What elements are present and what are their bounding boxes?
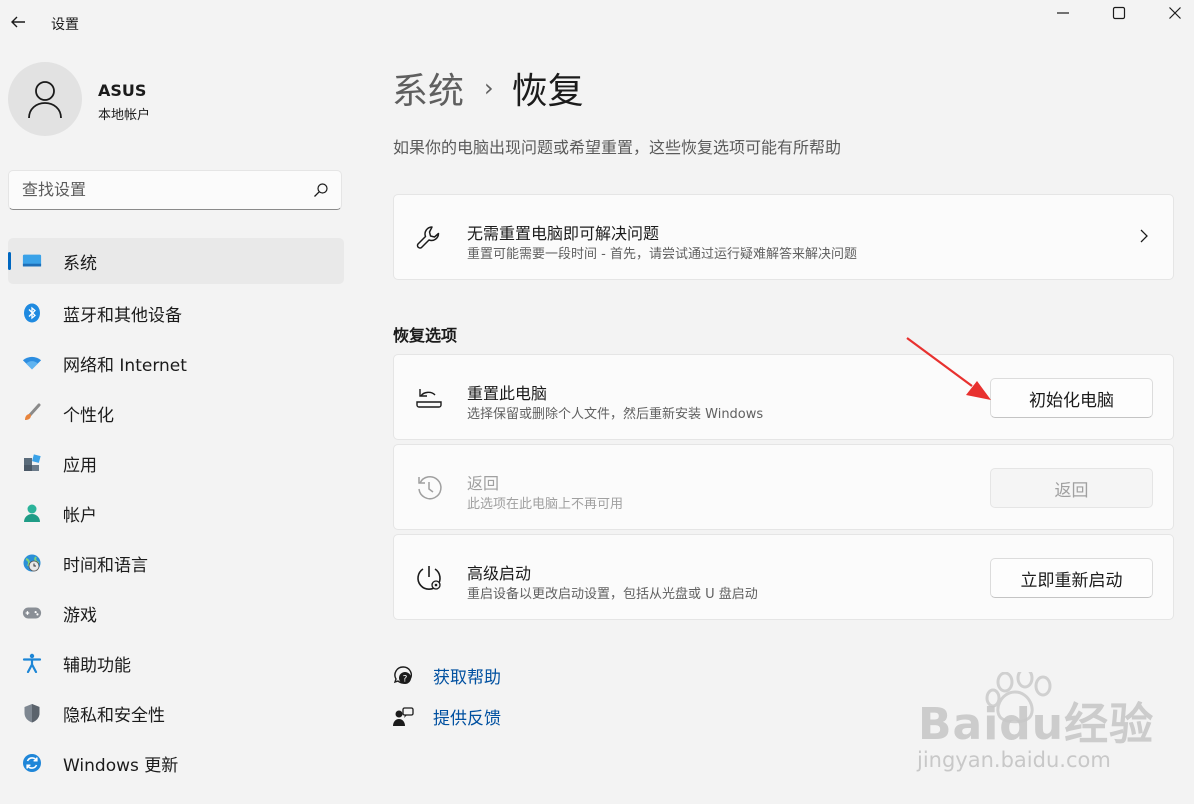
close-icon [1169, 7, 1181, 19]
card-description: 此选项在此电脑上不再可用 [467, 497, 624, 512]
give-feedback-label[interactable]: 提供反馈 [433, 704, 501, 729]
brush-icon [22, 403, 42, 423]
reset-pc-button[interactable]: 初始化电脑 [990, 378, 1153, 418]
sidebar-item-label: 游戏 [63, 605, 97, 626]
wifi-icon [22, 353, 42, 373]
sidebar-item-windows-update[interactable]: Windows 更新 [8, 738, 344, 788]
person-icon [28, 81, 62, 119]
sidebar-item-accounts[interactable]: 帐户 [8, 488, 344, 538]
sidebar-item-system[interactable]: 系统 [8, 238, 344, 284]
person-icon [22, 503, 42, 523]
sidebar-item-time-language[interactable]: 时间和语言 [8, 538, 344, 588]
page-title: 恢复 [511, 71, 584, 112]
feedback-icon [392, 706, 414, 728]
sidebar-item-label: 蓝牙和其他设备 [63, 305, 182, 326]
watermark-brand: Baidu经验 [918, 699, 1155, 750]
advanced-startup-icon [414, 563, 444, 593]
sidebar-item-label: 应用 [63, 455, 97, 476]
wrench-icon [414, 223, 444, 253]
sidebar-item-label: 隐私和安全性 [63, 705, 165, 726]
card-title: 重置此电脑 [467, 384, 548, 403]
minimize-icon [1057, 12, 1069, 14]
apps-icon [22, 453, 42, 473]
arrow-left-icon [11, 16, 25, 28]
card-description: 重置可能需要一段时间 - 首先，请尝试通过运行疑难解答来解决问题 [467, 247, 857, 262]
app-title: 设置 [51, 17, 79, 33]
card-description: 重启设备以更改启动设置，包括从光盘或 U 盘启动 [467, 587, 758, 602]
reset-pc-card: 重置此电脑 选择保留或删除个人文件，然后重新安装 Windows 初始化电脑 [393, 354, 1174, 440]
sidebar-item-label: Windows 更新 [63, 755, 179, 776]
section-title: 恢复选项 [393, 326, 458, 345]
svg-text:?: ? [403, 674, 408, 684]
card-description: 选择保留或删除个人文件，然后重新安装 Windows [467, 407, 764, 422]
bluetooth-icon [22, 303, 42, 323]
search-input[interactable] [22, 180, 302, 199]
shield-icon [22, 703, 42, 723]
watermark-url: jingyan.baidu.com [917, 748, 1111, 772]
help-chat-icon: ? [392, 665, 414, 687]
breadcrumb-separator: › [484, 74, 494, 102]
maximize-button[interactable] [1090, 0, 1148, 26]
minimize-button[interactable] [1034, 0, 1092, 26]
get-help-link[interactable]: ? 获取帮助 [392, 663, 501, 688]
sidebar-item-label: 辅助功能 [63, 655, 131, 676]
sidebar-nav: 系统 蓝牙和其他设备 网络和 Internet 个性化 应用 帐户 时间和语言 … [8, 238, 344, 788]
sidebar-item-privacy[interactable]: 隐私和安全性 [8, 688, 344, 738]
sidebar-item-apps[interactable]: 应用 [8, 438, 344, 488]
card-title: 无需重置电脑即可解决问题 [467, 224, 660, 243]
sidebar-item-personalization[interactable]: 个性化 [8, 388, 344, 438]
history-icon [414, 473, 444, 503]
search-icon[interactable] [313, 182, 329, 198]
sidebar-item-bluetooth[interactable]: 蓝牙和其他设备 [8, 288, 344, 338]
avatar[interactable] [8, 62, 82, 136]
accessibility-icon [22, 653, 42, 673]
sidebar-item-gaming[interactable]: 游戏 [8, 588, 344, 638]
get-help-label[interactable]: 获取帮助 [433, 663, 501, 688]
sidebar-item-network[interactable]: 网络和 Internet [8, 338, 344, 388]
troubleshoot-card[interactable]: 无需重置电脑即可解决问题 重置可能需要一段时间 - 首先，请尝试通过运行疑难解答… [393, 194, 1174, 280]
card-title: 返回 [467, 474, 500, 493]
maximize-icon [1112, 6, 1126, 20]
display-icon [22, 251, 42, 271]
go-back-button: 返回 [990, 468, 1153, 508]
search-box[interactable] [8, 170, 342, 210]
restart-now-button[interactable]: 立即重新启动 [990, 558, 1153, 598]
title-bar: 设置 [0, 0, 1194, 46]
sidebar-item-label: 个性化 [63, 405, 114, 426]
sidebar-item-accessibility[interactable]: 辅助功能 [8, 638, 344, 688]
reset-pc-icon [414, 383, 444, 413]
gamepad-icon [22, 603, 42, 623]
sidebar-item-label: 时间和语言 [63, 555, 148, 576]
breadcrumb: 系统 › 恢复 [392, 62, 584, 114]
update-icon [22, 753, 42, 773]
card-title: 高级启动 [467, 564, 532, 583]
go-back-card: 返回 此选项在此电脑上不再可用 返回 [393, 444, 1174, 530]
advanced-startup-card: 高级启动 重启设备以更改启动设置，包括从光盘或 U 盘启动 立即重新启动 [393, 534, 1174, 620]
breadcrumb-parent[interactable]: 系统 [392, 62, 464, 114]
give-feedback-link[interactable]: 提供反馈 [392, 704, 501, 729]
close-button[interactable] [1146, 0, 1194, 26]
back-button[interactable] [6, 10, 30, 34]
page-subtitle: 如果你的电脑出现问题或希望重置，这些恢复选项可能有所帮助 [393, 138, 842, 157]
chevron-right-icon [1140, 229, 1148, 243]
user-name: ASUS [98, 81, 147, 100]
sidebar-item-label: 帐户 [63, 505, 97, 526]
account-type: 本地帐户 [98, 108, 151, 123]
sidebar-item-label: 网络和 Internet [63, 355, 187, 376]
sidebar-item-label: 系统 [63, 253, 97, 274]
globe-clock-icon [22, 553, 42, 573]
